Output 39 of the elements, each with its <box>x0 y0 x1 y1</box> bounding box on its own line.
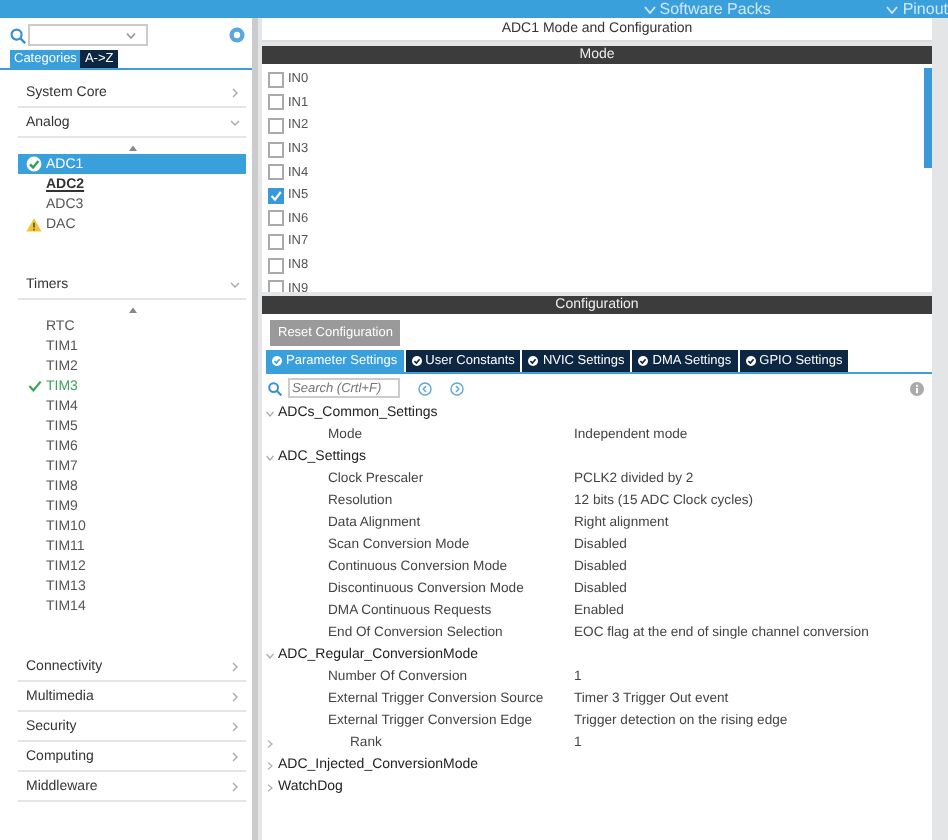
chevron-down-icon <box>230 279 240 289</box>
chevron-right-icon <box>230 691 240 701</box>
chevron-right-icon <box>230 751 240 761</box>
next-icon <box>450 381 464 395</box>
chevron-right-icon <box>230 661 240 671</box>
checkbox[interactable] <box>268 280 284 292</box>
chevron-right-icon <box>230 87 240 97</box>
checkbox[interactable] <box>268 210 284 227</box>
search-field[interactable] <box>28 24 148 46</box>
check-circle-icon <box>528 356 539 366</box>
chevron-right-icon <box>230 781 240 791</box>
chevron-right-icon <box>230 721 240 731</box>
search-icon <box>268 381 282 395</box>
check-icon <box>27 380 41 392</box>
info-icon <box>910 381 924 395</box>
caret-down-icon <box>643 5 656 13</box>
caret-down-icon <box>886 5 899 13</box>
check-circle-icon <box>272 356 282 366</box>
gear-icon <box>228 26 246 44</box>
check-circle-icon <box>638 356 649 366</box>
previous-icon <box>418 381 432 395</box>
checkbox[interactable] <box>268 187 284 204</box>
checkbox[interactable] <box>268 257 284 274</box>
scroll-up-icon <box>127 306 137 314</box>
warning-icon <box>26 217 42 231</box>
scroll-thumb[interactable] <box>924 68 932 168</box>
check-icon <box>270 189 282 202</box>
checkbox[interactable] <box>268 117 284 134</box>
check-circle-icon <box>745 356 756 366</box>
checkbox[interactable] <box>268 94 284 111</box>
checkbox[interactable] <box>268 164 284 181</box>
dropdown-caret-icon <box>126 31 136 39</box>
check-circle-icon <box>26 156 42 172</box>
checkbox[interactable] <box>268 141 284 158</box>
chevron-down-icon <box>230 117 240 127</box>
search-icon <box>10 27 26 43</box>
check-circle-icon <box>411 356 422 366</box>
checkbox[interactable] <box>268 233 284 250</box>
checkbox[interactable] <box>268 71 284 88</box>
